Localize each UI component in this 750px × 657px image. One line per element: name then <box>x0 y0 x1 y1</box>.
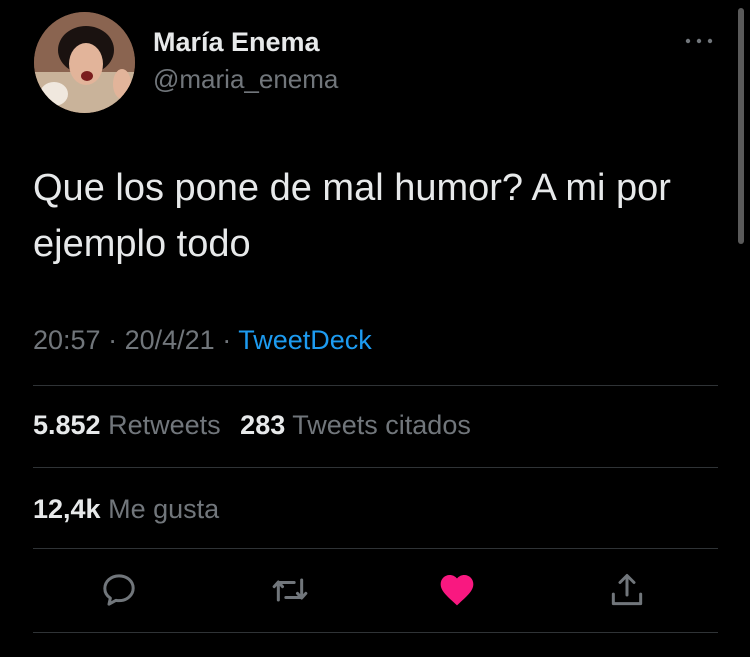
tweet-meta: 20:57 · 20/4/21 · TweetDeck <box>33 325 372 356</box>
reply-button[interactable] <box>99 570 143 614</box>
retweet-stats-row: 5.852 Retweets 283 Tweets citados <box>33 410 471 441</box>
action-bar <box>0 570 750 620</box>
avatar[interactable] <box>34 12 135 113</box>
divider <box>33 385 718 386</box>
retweet-button[interactable] <box>270 570 314 614</box>
divider <box>33 632 718 633</box>
retweet-icon <box>272 578 308 602</box>
divider <box>33 467 718 468</box>
likes-stat[interactable]: 12,4k Me gusta <box>33 494 219 524</box>
retweets-count: 5.852 <box>33 410 101 440</box>
tweet-source-link[interactable]: TweetDeck <box>238 325 372 355</box>
quotes-count: 283 <box>240 410 286 440</box>
scrollbar[interactable] <box>738 8 744 244</box>
more-options-icon[interactable] <box>683 31 715 51</box>
like-button[interactable] <box>437 570 481 614</box>
author-display-name[interactable]: María Enema <box>153 27 320 58</box>
retweets-label: Retweets <box>108 410 221 440</box>
likes-stats-row: 12,4k Me gusta <box>33 494 219 525</box>
likes-count: 12,4k <box>33 494 101 524</box>
tweet-text: Que los pone de mal humor? A mi por ejem… <box>33 167 671 265</box>
meta-separator: · <box>108 325 118 355</box>
retweets-stat[interactable]: 5.852 Retweets <box>33 410 228 440</box>
divider <box>33 548 718 549</box>
heart-icon <box>440 575 474 606</box>
author-handle[interactable]: @maria_enema <box>153 64 338 95</box>
quotes-stat[interactable]: 283 Tweets citados <box>240 410 471 440</box>
tweet-date: 20/4/21 <box>124 325 215 355</box>
share-button[interactable] <box>607 570 651 614</box>
tweet-time: 20:57 <box>33 325 101 355</box>
share-icon <box>611 574 643 606</box>
meta-separator: · <box>222 325 232 355</box>
reply-icon <box>103 574 135 606</box>
likes-label: Me gusta <box>108 494 220 524</box>
quotes-label: Tweets citados <box>292 410 471 440</box>
